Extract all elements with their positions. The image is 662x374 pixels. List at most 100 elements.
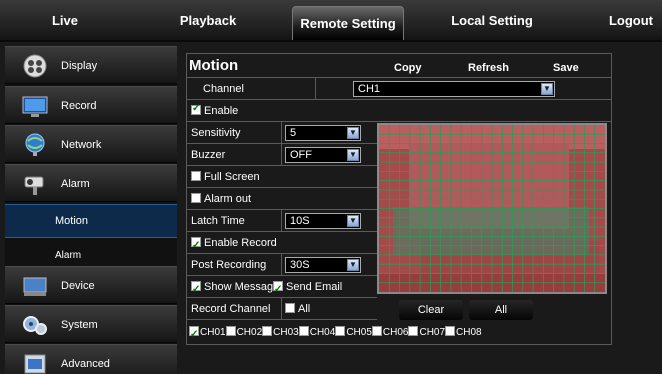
save-button[interactable]: Save [553, 62, 579, 74]
buzzer-row: Buzzer OFF ▼ [187, 144, 377, 166]
chevron-down-icon: ▼ [347, 259, 359, 271]
sidebar-item-label: Device [61, 280, 95, 292]
sensitivity-select-value: 5 [290, 127, 297, 139]
sensitivity-row: Sensitivity 5 ▼ [187, 122, 377, 144]
sidebar-item-display[interactable]: Display [5, 46, 177, 84]
motion-area-preview[interactable] [377, 123, 607, 294]
channel-checkbox-ch06[interactable]: CH06 [371, 326, 408, 338]
show-message-checkbox[interactable]: Show Message [191, 276, 279, 301]
channel-checkbox-label: CH04 [309, 327, 336, 338]
checkbox-unchecked-icon [191, 193, 201, 203]
copy-button[interactable]: Copy [394, 62, 422, 74]
sensitivity-label: Sensitivity [191, 127, 241, 139]
enable-row: Enable [187, 100, 611, 122]
record-icon [22, 96, 48, 117]
buzzer-select-value: OFF [290, 149, 312, 161]
latch-time-row: Latch Time 10S ▼ [187, 210, 377, 232]
tab-playback[interactable]: Playback [160, 0, 256, 40]
notify-row: Show Message Send Email [187, 276, 377, 301]
post-recording-row: Post Recording 30S ▼ [187, 254, 377, 276]
tab-remote-setting[interactable]: Remote Setting [292, 6, 404, 40]
page-title: Motion [189, 57, 239, 74]
checkbox-unchecked-icon [445, 326, 456, 336]
sidebar-subitem-motion[interactable]: Motion [5, 204, 177, 238]
sidebar-item-label: Alarm [61, 178, 90, 190]
channel-checkbox-label: CH05 [346, 327, 372, 338]
alarm-icon [24, 176, 44, 195]
motion-grid[interactable] [379, 125, 605, 292]
record-all-checkbox[interactable]: All [285, 298, 310, 320]
checkbox-unchecked-icon [191, 171, 201, 181]
sidebar-item-label: Record [61, 100, 97, 112]
checkbox-checked-icon [191, 235, 201, 257]
latch-time-select-value: 10S [290, 215, 310, 227]
record-channel-label: Record Channel [191, 303, 271, 315]
alarm-out-label: Alarm out [204, 193, 252, 205]
sidebar-item-alarm[interactable]: Alarm [5, 164, 177, 202]
sidebar: Display Record Network Alarm Motion Alar… [5, 46, 177, 374]
channel-checkbox-label: CH08 [456, 327, 482, 338]
divider [281, 144, 282, 165]
post-recording-select[interactable]: 30S ▼ [285, 257, 361, 273]
device-icon [23, 277, 47, 296]
sidebar-subitem-label: Motion [55, 215, 89, 227]
channel-divider [315, 78, 316, 99]
latch-time-select[interactable]: 10S ▼ [285, 213, 361, 229]
enable-checkbox[interactable]: Enable [191, 103, 238, 117]
channel-label: Channel [203, 83, 244, 95]
channel-checkbox-ch04[interactable]: CH04 [298, 326, 336, 338]
motion-header: Motion Copy Refresh Save [187, 54, 611, 78]
refresh-button[interactable]: Refresh [468, 62, 509, 74]
checkbox-unchecked-icon [335, 326, 346, 336]
sidebar-item-label: Display [61, 60, 98, 72]
record-channel-row: Record Channel All [187, 298, 377, 320]
latch-time-label: Latch Time [191, 215, 245, 227]
sidebar-item-record[interactable]: Record [5, 86, 177, 124]
sidebar-item-network[interactable]: Network [5, 125, 177, 163]
channel-checkbox-label: CH07 [419, 327, 446, 338]
checkbox-unchecked-icon [371, 326, 382, 336]
alarm-out-checkbox[interactable]: Alarm out [191, 188, 251, 210]
select-all-grid-button[interactable]: All [469, 300, 533, 320]
channel-checkbox-ch01[interactable]: CH01 [189, 324, 226, 346]
channel-checkbox-ch02[interactable]: CH02 [225, 326, 262, 338]
sidebar-item-device[interactable]: Device [5, 266, 177, 304]
sidebar-item-system[interactable]: System [5, 305, 177, 343]
channel-select[interactable]: CH1 ▼ [353, 81, 555, 97]
channel-select-value: CH1 [358, 83, 381, 95]
divider [281, 298, 282, 319]
checkbox-checked-icon [273, 279, 283, 301]
enable-record-checkbox[interactable]: Enable Record [191, 232, 277, 257]
channel-checkbox-ch05[interactable]: CH05 [335, 326, 372, 338]
checkbox-unchecked-icon [285, 303, 295, 313]
checkbox-unchecked-icon [408, 326, 419, 336]
full-screen-checkbox[interactable]: Full Screen [191, 166, 260, 188]
channel-checkbox-ch08[interactable]: CH08 [445, 326, 482, 338]
chevron-down-icon: ▼ [347, 127, 359, 139]
checkbox-checked-icon [191, 279, 201, 301]
tab-local-setting[interactable]: Local Setting [440, 0, 544, 40]
sidebar-item-label: Network [61, 139, 102, 151]
channel-row: Channel CH1 ▼ [187, 78, 611, 100]
sidebar-item-advanced[interactable]: Advanced [5, 344, 177, 374]
divider [281, 210, 282, 231]
send-email-checkbox[interactable]: Send Email [273, 276, 343, 301]
channel-checkbox-ch03[interactable]: CH03 [262, 326, 299, 338]
tab-logout[interactable]: Logout [600, 0, 662, 40]
channel-checkbox-row: CH01 CH02 CH03 CH04 CH05 CH06 CH07 CH08 [187, 322, 611, 346]
chevron-down-icon: ▼ [347, 215, 359, 227]
divider [281, 122, 282, 143]
top-nav: Live Playback Remote Setting Local Setti… [0, 0, 662, 42]
channel-checkbox-label: CH01 [200, 327, 226, 338]
checkbox-checked-icon [191, 103, 201, 115]
channel-checkbox-ch07[interactable]: CH07 [408, 326, 446, 338]
system-icon [23, 316, 47, 335]
checkbox-unchecked-icon [225, 326, 236, 336]
post-recording-select-value: 30S [290, 259, 310, 271]
alarm-out-row: Alarm out [187, 188, 377, 210]
clear-button[interactable]: Clear [399, 300, 463, 320]
buzzer-select[interactable]: OFF ▼ [285, 147, 361, 163]
tab-live[interactable]: Live [20, 0, 110, 40]
send-email-label: Send Email [286, 281, 343, 293]
sensitivity-select[interactable]: 5 ▼ [285, 125, 361, 141]
